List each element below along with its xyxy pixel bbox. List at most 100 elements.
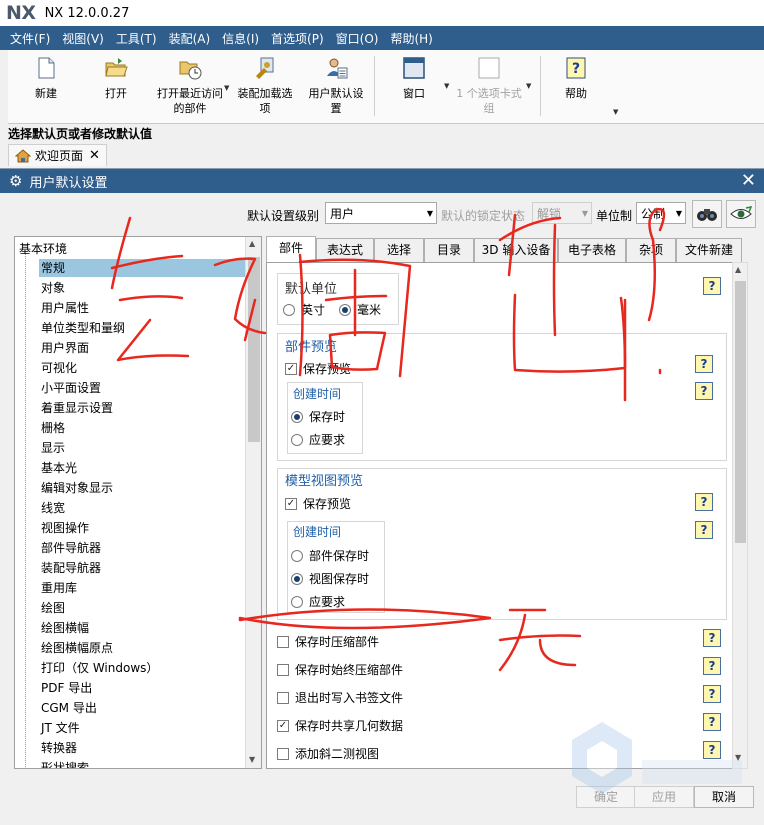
tree-item[interactable]: 对象 xyxy=(39,279,67,297)
lock-select[interactable]: 解锁 ▼ xyxy=(532,202,592,224)
tree-item[interactable]: JT 文件 xyxy=(39,719,82,737)
tab-group-dropdown-icon[interactable]: ▼ xyxy=(526,82,531,90)
tree-item[interactable]: PDF 导出 xyxy=(39,679,94,697)
compress-on-save-checkbox[interactable]: 保存时压缩部件 xyxy=(277,633,379,650)
window-dropdown-icon[interactable]: ▼ xyxy=(444,82,449,90)
menu-preferences[interactable]: 首选项(P) xyxy=(271,30,324,47)
tree-item[interactable]: CGM 导出 xyxy=(39,699,99,717)
help-icon[interactable]: ? xyxy=(695,521,713,539)
welcome-page-tab[interactable]: 欢迎页面 ✕ xyxy=(8,144,107,166)
on-request-radio[interactable]: 应要求 xyxy=(291,431,345,448)
tree-item[interactable]: 栅格 xyxy=(39,419,67,437)
tree-item[interactable]: 用户界面 xyxy=(39,339,91,357)
tree-item[interactable]: 视图操作 xyxy=(39,519,91,537)
help-icon[interactable]: ? xyxy=(703,713,721,731)
tree-item[interactable]: 着重显示设置 xyxy=(39,399,115,417)
tree-scroll-thumb[interactable] xyxy=(248,257,260,442)
tree-item[interactable]: 装配导航器 xyxy=(39,559,103,577)
on-save-radio[interactable]: 保存时 xyxy=(291,408,345,425)
tab-misc[interactable]: 杂项 xyxy=(626,238,676,262)
tab-spreadsheet[interactable]: 电子表格 xyxy=(558,238,626,262)
unit-mm-radio[interactable]: 毫米 xyxy=(339,301,381,318)
tree-item[interactable]: 打印（仅 Windows） xyxy=(39,659,160,677)
help-icon[interactable]: ? xyxy=(703,741,721,759)
tree-item[interactable]: 可视化 xyxy=(39,359,79,377)
menu-info[interactable]: 信息(I) xyxy=(222,30,259,47)
tree-item[interactable]: 线宽 xyxy=(39,499,67,517)
tree-scrollbar[interactable]: ▲ ▼ xyxy=(245,237,261,768)
menu-file[interactable]: 文件(F) xyxy=(10,30,50,47)
tree-item[interactable]: 绘图横幅原点 xyxy=(39,639,115,657)
menu-tools[interactable]: 工具(T) xyxy=(116,30,157,47)
panel-scrollbar[interactable]: ▲ ▼ xyxy=(732,262,748,769)
share-geometry-checkbox[interactable]: 保存时共享几何数据 xyxy=(277,717,403,734)
tree-item[interactable]: 绘图 xyxy=(39,599,67,617)
tab-expression[interactable]: 表达式 xyxy=(316,238,374,262)
help-icon[interactable]: ? xyxy=(703,629,721,647)
cancel-button[interactable]: 取消 xyxy=(694,786,754,808)
tab-part[interactable]: 部件 xyxy=(266,236,316,263)
tree-item[interactable]: 常规 xyxy=(39,259,245,277)
help-icon[interactable]: ? xyxy=(695,493,713,511)
tab-directory[interactable]: 目录 xyxy=(424,238,474,262)
open-button[interactable]: 打开 xyxy=(94,56,138,101)
tree-item[interactable]: 绘图横幅 xyxy=(39,619,91,637)
menu-window[interactable]: 窗口(O) xyxy=(336,30,379,47)
tree-item[interactable]: 编辑对象显示 xyxy=(39,479,115,497)
tab-selection[interactable]: 选择 xyxy=(374,238,424,262)
unit-system-select[interactable]: 公制 ▼ xyxy=(636,202,686,224)
scroll-up-icon[interactable]: ▲ xyxy=(249,239,255,248)
ribbon-options-icon[interactable]: ▼ xyxy=(613,108,618,116)
open-recent-button[interactable]: 打开最近访问 的部件 xyxy=(154,56,226,116)
tree-item[interactable]: 重用库 xyxy=(39,579,79,597)
help-button[interactable]: ? 帮助 xyxy=(554,56,598,101)
view-changed-button[interactable] xyxy=(726,200,756,228)
tree-item[interactable]: 基本光 xyxy=(39,459,79,477)
recent-dropdown-icon[interactable]: ▼ xyxy=(224,84,229,92)
unit-inch-radio[interactable]: 英寸 xyxy=(283,301,325,318)
scroll-down-icon[interactable]: ▼ xyxy=(249,755,255,764)
apply-button[interactable]: 应用 xyxy=(634,786,694,808)
menu-view[interactable]: 视图(V) xyxy=(62,30,104,47)
menu-help[interactable]: 帮助(H) xyxy=(390,30,432,47)
tab-3d-input[interactable]: 3D 输入设备 xyxy=(474,238,558,262)
help-icon[interactable]: ? xyxy=(695,382,713,400)
ok-button[interactable]: 确定 xyxy=(576,786,636,808)
help-icon[interactable]: ? xyxy=(695,355,713,373)
bookmark-checkbox[interactable]: 退出时写入书签文件 xyxy=(277,689,403,706)
tree-item[interactable]: 形状搜索 xyxy=(39,759,91,768)
user-defaults-button[interactable]: 用户默认设 置 xyxy=(304,56,368,116)
scroll-up-icon[interactable]: ▲ xyxy=(735,265,741,274)
tree-item[interactable]: 部件导航器 xyxy=(39,539,103,557)
tree-item[interactable]: 显示 xyxy=(39,439,67,457)
menu-bar: 文件(F) 视图(V) 工具(T) 装配(A) 信息(I) 首选项(P) 窗口(… xyxy=(0,26,764,50)
panel-scroll-thumb[interactable] xyxy=(735,281,746,543)
tab-group-button[interactable]: 1 个选项卡式 组 xyxy=(452,56,526,116)
find-default-button[interactable] xyxy=(692,200,722,228)
tree-root-basic-environment[interactable]: 基本环境 xyxy=(19,240,67,257)
model-save-preview-checkbox[interactable]: 保存预览 xyxy=(285,495,351,512)
help-icon[interactable]: ? xyxy=(703,657,721,675)
model-request-radio[interactable]: 应要求 xyxy=(291,593,345,610)
tab-file-new[interactable]: 文件新建 xyxy=(676,238,742,262)
always-compress-checkbox[interactable]: 保存时始终压缩部件 xyxy=(277,661,403,678)
tree-item[interactable]: 转换器 xyxy=(39,739,79,757)
assembly-load-options-button[interactable]: 装配加载选 项 xyxy=(234,56,296,116)
menu-assembly[interactable]: 装配(A) xyxy=(169,30,211,47)
view-save-radio[interactable]: 视图保存时 xyxy=(291,570,369,587)
tree-item[interactable]: 单位类型和量纲 xyxy=(39,319,127,337)
level-select[interactable]: 用户 ▼ xyxy=(325,202,437,224)
new-button[interactable]: 新建 xyxy=(24,56,68,101)
window-button[interactable]: 窗口 xyxy=(392,56,436,101)
add-isometric-view-checkbox[interactable]: 添加斜二测视图 xyxy=(277,745,379,762)
part-save-radio[interactable]: 部件保存时 xyxy=(291,547,369,564)
settings-tabs: 部件 表达式 选择 目录 3D 输入设备 电子表格 杂项 文件新建 xyxy=(266,236,756,263)
close-tab-icon[interactable]: ✕ xyxy=(89,148,100,163)
close-icon[interactable]: ✕ xyxy=(741,170,756,191)
scroll-down-icon[interactable]: ▼ xyxy=(735,753,741,762)
help-icon[interactable]: ? xyxy=(703,685,721,703)
help-icon[interactable]: ? xyxy=(703,277,721,295)
save-preview-checkbox[interactable]: 保存预览 xyxy=(285,360,351,377)
tree-item[interactable]: 小平面设置 xyxy=(39,379,103,397)
tree-item[interactable]: 用户属性 xyxy=(39,299,91,317)
